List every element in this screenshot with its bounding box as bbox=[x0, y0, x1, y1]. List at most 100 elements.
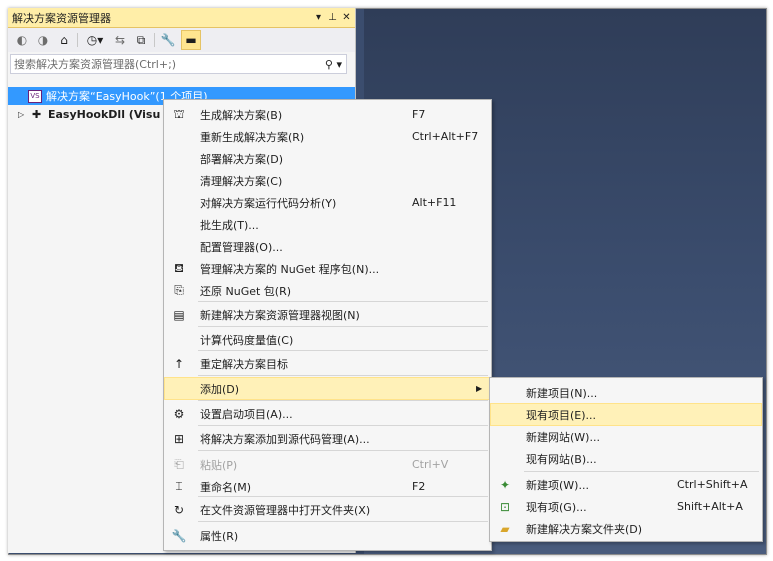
menu-item-label: 粘贴(P) bbox=[200, 458, 238, 472]
explorer-view-icon: ▤ bbox=[173, 307, 185, 322]
menu-separator bbox=[198, 425, 488, 426]
menu-item-label: 新建项(W)... bbox=[526, 478, 589, 492]
folder-icon: ▰ bbox=[500, 521, 510, 536]
menu-item-rebuild-solution[interactable]: 重新生成解决方案(R) Ctrl+Alt+F7 bbox=[165, 126, 490, 147]
menu-item-label: 在文件资源管理器中打开文件夹(X) bbox=[200, 503, 371, 517]
source-control-icon: ⊞ bbox=[173, 431, 185, 446]
submenu-item-existing-website[interactable]: 现有网站(B)... bbox=[491, 448, 761, 469]
menu-item-retarget-solution[interactable]: ↑ 重定解决方案目标 bbox=[165, 353, 490, 374]
wrench-icon: 🔧 bbox=[171, 528, 187, 543]
menu-item-label: 部署解决方案(D) bbox=[200, 152, 284, 166]
menu-item-label: 对解决方案运行代码分析(Y) bbox=[200, 196, 337, 210]
submenu-item-new-website[interactable]: 新建网站(W)... bbox=[491, 426, 761, 447]
menu-item-label: 还原 NuGet 包(R) bbox=[200, 284, 292, 298]
submenu-item-new-project[interactable]: 新建项目(N)... bbox=[491, 382, 761, 403]
menu-item-paste[interactable]: ⎗ 粘贴(P) Ctrl+V bbox=[165, 454, 490, 475]
menu-item-build-solution[interactable]: ⛫ 生成解决方案(B) F7 bbox=[165, 104, 490, 125]
menu-item-label: 重定解决方案目标 bbox=[200, 357, 288, 371]
menu-item-label: 设置启动项目(A)... bbox=[200, 407, 293, 421]
menu-item-label: 配置管理器(O)... bbox=[200, 240, 283, 254]
home-icon[interactable]: ⌂ bbox=[56, 32, 72, 48]
menu-separator bbox=[198, 326, 488, 327]
panel-title-bar: 解决方案资源管理器 ▾ ⊥ ✕ bbox=[8, 8, 355, 28]
menu-item-shortcut: Ctrl+Shift+A bbox=[677, 478, 748, 491]
panel-toolbar: ◐ ◑ ⌂ ◷▾ ⇆ ⧉ 🔧 ▬ bbox=[8, 28, 355, 52]
toolbar-divider bbox=[154, 33, 155, 47]
menu-item-batch-build[interactable]: 批生成(T)... bbox=[165, 214, 490, 235]
menu-item-run-code-analysis[interactable]: 对解决方案运行代码分析(Y) Alt+F11 bbox=[165, 192, 490, 213]
menu-item-label: 计算代码度量值(C) bbox=[200, 333, 294, 347]
solution-context-menu: ⛫ 生成解决方案(B) F7 重新生成解决方案(R) Ctrl+Alt+F7 部署解决方案… bbox=[163, 99, 492, 551]
retarget-arrow-icon: ↑ bbox=[173, 356, 185, 371]
menu-item-shortcut: Ctrl+Alt+F7 bbox=[412, 130, 479, 143]
menu-item-label: 将解决方案添加到源代码管理(A)... bbox=[200, 432, 370, 446]
menu-item-label: 批生成(T)... bbox=[200, 218, 259, 232]
nuget-icon: ⛾ bbox=[174, 260, 184, 275]
menu-item-label: 属性(R) bbox=[200, 529, 239, 543]
pin-icon[interactable]: ⊥ bbox=[327, 12, 338, 23]
menu-item-shortcut: F7 bbox=[412, 108, 426, 121]
menu-item-set-startup-projects[interactable]: ⚙ 设置启动项目(A)... bbox=[165, 403, 490, 424]
submenu-item-new-item[interactable]: ✦ 新建项(W)... Ctrl+Shift+A bbox=[491, 474, 761, 495]
toolbar-divider bbox=[77, 33, 78, 47]
refresh-arrow-icon: ↻ bbox=[173, 502, 185, 517]
menu-item-label: 新建解决方案资源管理器视图(N) bbox=[200, 308, 360, 322]
properties-icon[interactable]: 🔧 bbox=[160, 32, 176, 48]
menu-item-label: 添加(D) bbox=[200, 382, 240, 396]
menu-item-restore-nuget[interactable]: ⎘ 还原 NuGet 包(R) bbox=[165, 280, 490, 301]
pin-toggle-icon[interactable]: ▬ bbox=[181, 30, 201, 50]
menu-item-shortcut: F2 bbox=[412, 480, 426, 493]
menu-item-label: 重新生成解决方案(R) bbox=[200, 130, 305, 144]
close-icon[interactable]: ✕ bbox=[341, 12, 352, 23]
restore-icon: ⎘ bbox=[174, 283, 184, 297]
menu-item-calculate-code-metrics[interactable]: 计算代码度量值(C) bbox=[165, 329, 490, 350]
menu-item-shortcut: Shift+Alt+A bbox=[677, 500, 743, 513]
expand-arrow-icon[interactable]: ▷ bbox=[18, 110, 28, 119]
menu-separator bbox=[198, 301, 488, 302]
search-input[interactable]: 搜索解决方案资源管理器(Ctrl+;) ⚲ ▾ bbox=[10, 54, 347, 74]
menu-item-new-explorer-view[interactable]: ▤ 新建解决方案资源管理器视图(N) bbox=[165, 304, 490, 325]
dropdown-icon[interactable]: ▾ bbox=[313, 12, 324, 23]
menu-item-properties[interactable]: 🔧 属性(R) bbox=[165, 525, 490, 546]
menu-item-clean-solution[interactable]: 清理解决方案(C) bbox=[165, 170, 490, 191]
menu-item-label: 现有项(G)... bbox=[526, 500, 587, 514]
gear-icon: ⚙ bbox=[173, 406, 185, 421]
solution-icon: VS bbox=[28, 89, 42, 103]
menu-item-shortcut: Alt+F11 bbox=[412, 196, 457, 209]
menu-item-add-to-source-control[interactable]: ⊞ 将解决方案添加到源代码管理(A)... bbox=[165, 428, 490, 449]
cpp-project-icon: ✚ bbox=[32, 108, 42, 121]
menu-item-rename[interactable]: ⌶ 重命名(M) F2 bbox=[165, 476, 490, 497]
back-icon[interactable]: ◐ bbox=[14, 32, 30, 48]
submenu-item-new-solution-folder[interactable]: ▰ 新建解决方案文件夹(D) bbox=[491, 518, 761, 539]
panel-title: 解决方案资源管理器 bbox=[12, 11, 111, 25]
menu-separator bbox=[198, 375, 488, 376]
sync-icon[interactable]: ⇆ bbox=[112, 32, 128, 48]
menu-item-label: 现有网站(B)... bbox=[526, 452, 597, 466]
history-icon[interactable]: ◷▾ bbox=[83, 32, 107, 48]
menu-item-manage-nuget[interactable]: ⛾ 管理解决方案的 NuGet 程序包(N)... bbox=[165, 258, 490, 279]
menu-item-configuration-manager[interactable]: 配置管理器(O)... bbox=[165, 236, 490, 257]
build-icon: ⛫ bbox=[173, 106, 185, 121]
menu-item-label: 重命名(M) bbox=[200, 480, 252, 494]
menu-item-shortcut: Ctrl+V bbox=[412, 458, 449, 471]
menu-item-label: 清理解决方案(C) bbox=[200, 174, 283, 188]
add-submenu: 新建项目(N)... 现有项目(E)... 新建网站(W)... 现有网站(B)...… bbox=[489, 377, 763, 542]
menu-item-open-folder-in-explorer[interactable]: ↻ 在文件资源管理器中打开文件夹(X) bbox=[165, 499, 490, 520]
new-item-icon: ✦ bbox=[499, 477, 511, 492]
existing-item-icon: ⊡ bbox=[499, 499, 511, 514]
paste-icon: ⎗ bbox=[174, 457, 184, 471]
menu-item-label: 新建项目(N)... bbox=[526, 386, 598, 400]
menu-separator bbox=[198, 496, 488, 497]
menu-item-label: 新建网站(W)... bbox=[526, 430, 600, 444]
menu-item-label: 新建解决方案文件夹(D) bbox=[526, 522, 643, 536]
menu-item-label: 生成解决方案(B) bbox=[200, 108, 283, 122]
submenu-item-existing-item[interactable]: ⊡ 现有项(G)... Shift+Alt+A bbox=[491, 496, 761, 517]
menu-separator bbox=[198, 450, 488, 451]
submenu-item-existing-project[interactable]: 现有项目(E)... bbox=[490, 403, 762, 426]
search-icon[interactable]: ⚲ ▾ bbox=[325, 58, 342, 71]
collapse-icon[interactable]: ⧉ bbox=[133, 32, 149, 48]
search-placeholder: 搜索解决方案资源管理器(Ctrl+;) bbox=[14, 58, 177, 71]
menu-item-deploy-solution[interactable]: 部署解决方案(D) bbox=[165, 148, 490, 169]
forward-icon[interactable]: ◑ bbox=[35, 32, 51, 48]
menu-item-add[interactable]: 添加(D) ▶ bbox=[164, 377, 491, 400]
